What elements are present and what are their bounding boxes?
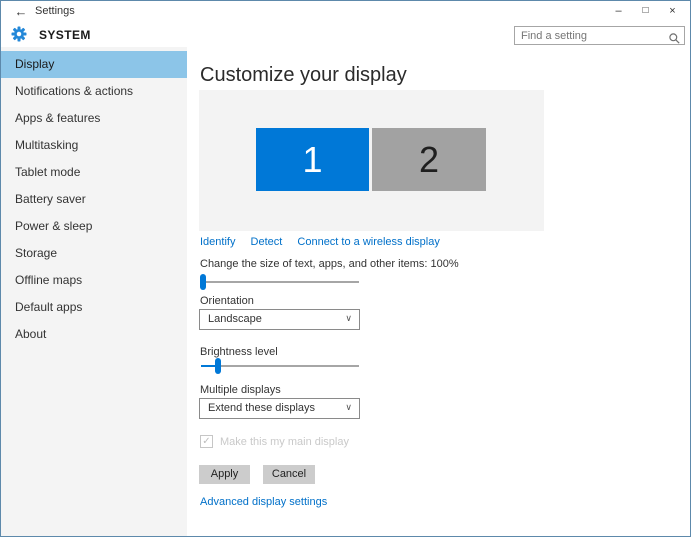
main-display-checkbox-label: Make this my main display [220, 436, 349, 448]
page-title: SYSTEM [39, 28, 91, 42]
brightness-slider-thumb[interactable] [215, 358, 221, 374]
monitor-1-number: 1 [302, 138, 323, 180]
monitor-2-number: 2 [418, 138, 440, 180]
sidebar-item-multitasking[interactable]: Multitasking [1, 132, 187, 159]
text-size-slider-track[interactable] [201, 281, 359, 283]
orientation-dropdown[interactable]: Landscape ∨ [199, 309, 360, 330]
multiple-displays-label: Multiple displays [200, 384, 281, 396]
main-display-checkbox: ✓ [200, 435, 213, 448]
search-input[interactable] [515, 27, 684, 44]
page-header: SYSTEM [1, 23, 690, 47]
monitor-1[interactable]: 1 [256, 128, 369, 191]
sidebar-nav: Display Notifications & actions Apps & f… [1, 51, 187, 348]
orientation-value: Landscape [208, 313, 262, 325]
connect-wireless-display-link[interactable]: Connect to a wireless display [297, 236, 439, 248]
window-title: Settings [35, 5, 75, 17]
back-button[interactable]: ← [11, 2, 31, 22]
brightness-slider-track[interactable] [201, 365, 359, 367]
main-content: Customize your display 1 2 Identify Dete… [187, 47, 690, 536]
sidebar-item-storage[interactable]: Storage [1, 240, 187, 267]
text-size-label: Change the size of text, apps, and other… [200, 258, 459, 270]
sidebar-item-power-sleep[interactable]: Power & sleep [1, 213, 187, 240]
sidebar-item-display[interactable]: Display [1, 51, 187, 78]
advanced-display-settings-link[interactable]: Advanced display settings [200, 496, 327, 508]
settings-window: ← Settings – □ × SYSTEM Find a setting D… [0, 0, 691, 537]
identify-link[interactable]: Identify [200, 236, 235, 248]
sidebar-item-apps-features[interactable]: Apps & features [1, 105, 187, 132]
maximize-icon: □ [642, 5, 649, 16]
sidebar-item-default-apps[interactable]: Default apps [1, 294, 187, 321]
close-icon: × [669, 5, 676, 17]
multiple-displays-value: Extend these displays [208, 402, 316, 414]
multiple-displays-dropdown[interactable]: Extend these displays ∨ [199, 398, 360, 419]
monitor-2[interactable]: 2 [372, 128, 486, 191]
sidebar-item-tablet-mode[interactable]: Tablet mode [1, 159, 187, 186]
display-action-links: Identify Detect Connect to a wireless di… [200, 236, 452, 248]
sidebar-item-about[interactable]: About [1, 321, 187, 348]
detect-link[interactable]: Detect [251, 236, 283, 248]
gear-icon [10, 25, 28, 48]
sidebar-item-offline-maps[interactable]: Offline maps [1, 267, 187, 294]
close-button[interactable]: × [659, 1, 686, 23]
text-size-slider-thumb[interactable] [200, 274, 206, 290]
maximize-button[interactable]: □ [632, 1, 659, 23]
orientation-label: Orientation [200, 295, 254, 307]
sidebar-item-notifications-actions[interactable]: Notifications & actions [1, 78, 187, 105]
brightness-label: Brightness level [200, 346, 278, 358]
search-box [514, 26, 685, 45]
section-heading: Customize your display [200, 64, 407, 86]
window-controls: – □ × [605, 1, 686, 23]
back-arrow-icon: ← [14, 4, 28, 19]
check-icon: ✓ [202, 436, 211, 447]
apply-button[interactable]: Apply [199, 465, 250, 484]
sidebar: Display Notifications & actions Apps & f… [1, 47, 187, 536]
minimize-icon: – [615, 5, 622, 17]
text-size-slider[interactable] [200, 274, 360, 290]
display-preview-area: 1 2 [199, 90, 544, 231]
minimize-button[interactable]: – [605, 1, 632, 23]
chevron-down-icon: ∨ [345, 402, 352, 412]
brightness-slider[interactable] [200, 358, 360, 374]
chevron-down-icon: ∨ [345, 313, 352, 323]
sidebar-item-battery-saver[interactable]: Battery saver [1, 186, 187, 213]
cancel-button[interactable]: Cancel [263, 465, 315, 484]
title-bar: ← Settings – □ × [1, 1, 690, 23]
